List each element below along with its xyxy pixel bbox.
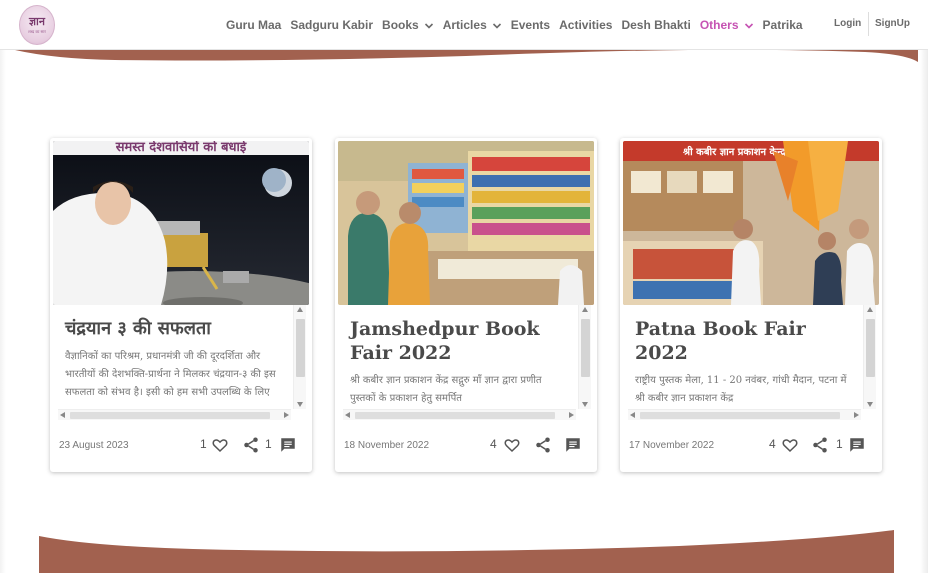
nav-menu: Guru Maa Sadguru Kabir Books Articles Ev… <box>226 0 812 50</box>
card-scroll-area[interactable]: Patna Book Fair 2022 राष्ट्रीय पुस्तक मे… <box>623 305 879 409</box>
card-vertical-scrollbar[interactable] <box>863 305 876 409</box>
nav-item-label: Events <box>510 18 551 32</box>
nav-item-guru-maa[interactable]: Guru Maa <box>226 18 281 32</box>
nav-item-articles[interactable]: Articles <box>443 18 502 32</box>
post-card-chandrayaan[interactable]: समस्त देशवासियों को बधाई चंद्रयान ३ की स… <box>50 138 312 472</box>
nav-item-label: Activities <box>559 18 613 32</box>
nav-divider <box>868 12 869 36</box>
card-description: वैज्ञानिकों का परिश्रम, प्रधानमंत्री जी … <box>65 351 276 398</box>
card-footer: 23 August 2023 1 1 <box>50 434 312 456</box>
nav-item-events[interactable]: Events <box>511 18 550 32</box>
card-title[interactable]: चंद्रयान ३ की सफलता <box>65 317 285 341</box>
chevron-down-icon <box>744 20 754 30</box>
card-horizontal-scrollbar[interactable] <box>58 409 291 420</box>
card-footer: 18 November 2022 4 <box>335 434 597 456</box>
card-title[interactable]: Jamshedpur Book Fair 2022 <box>350 317 570 365</box>
card-image[interactable]: श्री कबीर ज्ञान प्रकाशन केन्द्र <box>623 141 879 305</box>
site-logo[interactable]: ज्ञान शब्द का सार <box>19 5 55 45</box>
login-link[interactable]: Login <box>834 18 861 29</box>
nav-item-label: Others <box>699 18 739 32</box>
heart-icon[interactable] <box>211 436 229 454</box>
nav-item-label: Books <box>382 18 419 32</box>
card-horizontal-scrollbar[interactable] <box>343 409 576 420</box>
card-date: 18 November 2022 <box>344 440 430 451</box>
card-content: चंद्रयान ३ की सफलता वैज्ञानिकों का परिश्… <box>53 305 309 420</box>
card-scroll-area[interactable]: Jamshedpur Book Fair 2022 श्री कबीर ज्ञा… <box>338 305 594 409</box>
nav-item-sadguru-kabir[interactable]: Sadguru Kabir <box>290 18 373 32</box>
card-date: 17 November 2022 <box>629 440 715 451</box>
card-title[interactable]: Patna Book Fair 2022 <box>635 317 855 365</box>
card-vertical-scrollbar[interactable] <box>578 305 591 409</box>
share-icon[interactable] <box>534 436 552 454</box>
logo-mark: ज्ञान <box>28 14 45 28</box>
nav-item-label: Patrika <box>762 18 803 32</box>
nav-item-label: Articles <box>442 18 487 32</box>
heart-icon[interactable] <box>503 436 521 454</box>
card-scroll-area[interactable]: चंद्रयान ३ की सफलता वैज्ञानिकों का परिश्… <box>53 305 309 409</box>
card-description: श्री कबीर ज्ञान प्रकाशन केंद्र सद्गुरु म… <box>350 375 542 404</box>
comment-icon[interactable] <box>279 436 297 454</box>
signup-link[interactable]: SignUp <box>875 18 910 29</box>
card-content: Patna Book Fair 2022 राष्ट्रीय पुस्तक मे… <box>623 305 879 420</box>
nav-item-patrika[interactable]: Patrika <box>763 18 803 32</box>
decorative-band-bottom <box>39 530 894 573</box>
like-count: 4 <box>490 437 497 451</box>
card-date: 23 August 2023 <box>59 440 129 451</box>
nav-item-others[interactable]: Others <box>700 18 754 32</box>
card-footer: 17 November 2022 4 1 <box>620 434 882 456</box>
card-description: राष्ट्रीय पुस्तक मेला, 11 - 20 नवंबर, गा… <box>635 375 847 404</box>
comment-icon[interactable] <box>564 436 582 454</box>
share-icon[interactable] <box>811 436 829 454</box>
nav-item-books[interactable]: Books <box>382 18 434 32</box>
share-count: 1 <box>265 437 272 451</box>
page-shadow-right <box>920 50 928 573</box>
nav-item-activities[interactable]: Activities <box>559 18 612 32</box>
chevron-down-icon <box>424 20 434 30</box>
card-vertical-scrollbar[interactable] <box>293 305 306 409</box>
card-image-caption: श्री कबीर ज्ञान प्रकाशन केन्द्र <box>682 145 786 158</box>
post-card-jamshedpur[interactable]: Jamshedpur Book Fair 2022 श्री कबीर ज्ञा… <box>335 138 597 472</box>
like-count: 4 <box>769 437 776 451</box>
nav-item-label: Desh Bhakti <box>621 18 691 32</box>
comment-icon[interactable] <box>848 436 866 454</box>
card-image-caption: समस्त देशवासियों को बधाई <box>115 141 248 155</box>
nav-item-desh-bhakti[interactable]: Desh Bhakti <box>621 18 690 32</box>
heart-icon[interactable] <box>781 436 799 454</box>
nav-item-label: Sadguru Kabir <box>290 18 374 32</box>
page-shadow-left <box>0 50 6 573</box>
card-horizontal-scrollbar[interactable] <box>628 409 861 420</box>
card-content: Jamshedpur Book Fair 2022 श्री कबीर ज्ञा… <box>338 305 594 420</box>
top-navbar: ज्ञान शब्द का सार Guru Maa Sadguru Kabir… <box>0 0 928 50</box>
card-image[interactable]: समस्त देशवासियों को बधाई <box>53 141 309 305</box>
chevron-down-icon <box>492 20 502 30</box>
post-card-patna[interactable]: श्री कबीर ज्ञान प्रकाशन केन्द्र Patna Bo… <box>620 138 882 472</box>
share-icon[interactable] <box>242 436 260 454</box>
like-count: 1 <box>200 437 207 451</box>
card-image[interactable] <box>338 141 594 305</box>
logo-subtitle: शब्द का सार <box>28 28 46 34</box>
share-count: 1 <box>836 437 843 451</box>
nav-item-label: Guru Maa <box>226 18 282 32</box>
